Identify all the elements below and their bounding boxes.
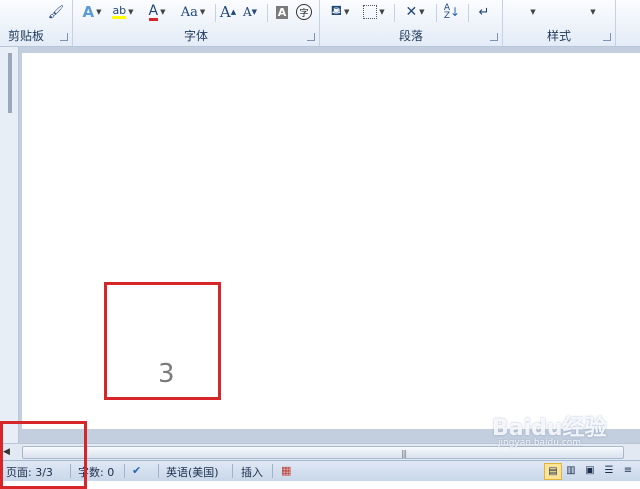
font-launcher-icon[interactable] xyxy=(307,33,315,41)
format-painter-button[interactable]: 🖌 xyxy=(46,3,66,21)
full-screen-reading-view-icon[interactable]: ▥ xyxy=(563,463,579,478)
brush-icon: 🖌 xyxy=(47,4,65,20)
change-case-icon: Aa xyxy=(180,4,198,20)
separator xyxy=(158,464,159,478)
shading-button[interactable]: ⛾ ▼ xyxy=(326,3,354,21)
borders-button[interactable]: ▼ xyxy=(360,3,388,21)
ribbon: 🖌 剪贴板 A ▼ ab ▼ A ▼ Aa ▼ A ▲ A ▼ A 字 字体 ⛾… xyxy=(0,0,640,47)
status-bar: 页面: 3/3 字数: 0 ✔ 英语(美国) 插入 ▦ ▤ ▥ ▣ ☰ ≡ xyxy=(0,460,640,481)
chevron-down-icon: ▼ xyxy=(379,8,385,16)
chinese-layout-icon: ✕ xyxy=(405,4,418,20)
watermark-logo: Baidu经验 jingyan.baidu.com xyxy=(492,410,607,448)
language-indicator[interactable]: 英语(美国) xyxy=(166,464,219,480)
separator xyxy=(232,464,233,478)
separator xyxy=(124,464,125,478)
outline-view-icon[interactable]: ☰ xyxy=(601,463,617,478)
chevron-down-icon: ▼ xyxy=(96,8,102,16)
highlight-box-status-page xyxy=(0,421,87,489)
shrink-font-icon: A xyxy=(242,5,252,19)
change-styles-button[interactable]: ▼ xyxy=(585,3,599,21)
chevron-down-icon: ▼ xyxy=(530,8,536,16)
font-group-label: 字体 xyxy=(183,29,208,43)
font-color-button[interactable]: A ▼ xyxy=(143,3,171,21)
enclose-char-icon: 字 xyxy=(296,4,312,20)
paragraph-mark-icon: ↵ xyxy=(478,4,490,20)
ruler-margin xyxy=(8,53,12,113)
styles-group: ▼ ▼ 样式 xyxy=(503,0,616,46)
grip-icon: ||| xyxy=(401,449,407,458)
separator xyxy=(215,4,216,22)
separator xyxy=(272,464,273,478)
highlight-box-page-number xyxy=(104,282,221,400)
paragraph-group: ⛾ ▼ ▼ ✕ ▼ A Z ↓ ↵ 段落 xyxy=(320,0,503,46)
enclose-char-button[interactable]: 字 xyxy=(295,3,313,21)
paragraph-launcher-icon[interactable] xyxy=(490,33,498,41)
separator xyxy=(267,4,268,22)
chevron-down-icon: ▼ xyxy=(128,8,134,16)
highlight-button[interactable]: ab ▼ xyxy=(109,3,137,21)
highlight-icon: ab xyxy=(112,4,127,19)
font-group: A ▼ ab ▼ A ▼ Aa ▼ A ▲ A ▼ A 字 字体 xyxy=(73,0,320,46)
sort-button[interactable]: A Z ↓ xyxy=(442,3,462,21)
insert-mode-indicator[interactable]: 插入 xyxy=(241,464,263,480)
char-shading-icon: A xyxy=(275,5,289,19)
clipboard-group: 🖌 剪贴板 xyxy=(0,0,73,46)
grow-font-icon: A xyxy=(219,3,231,21)
change-case-button[interactable]: Aa ▼ xyxy=(177,3,209,21)
chevron-down-icon: ▼ xyxy=(590,8,596,16)
styles-launcher-icon[interactable] xyxy=(603,33,611,41)
border-icon xyxy=(363,5,378,19)
proofing-icon[interactable]: ✔ xyxy=(132,464,141,477)
separator xyxy=(394,4,395,22)
text-effect-button[interactable]: A ▼ xyxy=(79,3,105,21)
chevron-down-icon: ▼ xyxy=(199,8,206,16)
web-layout-view-icon[interactable]: ▣ xyxy=(582,463,598,478)
grow-font-button[interactable]: A ▲ xyxy=(219,3,237,21)
text-effect-icon: A xyxy=(82,3,95,21)
chevron-down-icon: ▼ xyxy=(419,8,425,16)
char-shading-button[interactable]: A xyxy=(273,3,291,21)
chevron-down-icon: ▼ xyxy=(344,8,350,16)
show-marks-button[interactable]: ↵ xyxy=(474,3,494,21)
separator xyxy=(468,4,469,22)
styles-dropdown-button[interactable]: ▼ xyxy=(525,3,539,21)
macro-record-icon[interactable]: ▦ xyxy=(281,464,291,477)
chevron-down-icon: ▼ xyxy=(160,8,166,16)
font-color-icon: A xyxy=(148,2,159,21)
styles-group-label: 样式 xyxy=(546,29,571,43)
print-layout-view-icon[interactable]: ▤ xyxy=(544,463,562,480)
separator xyxy=(436,4,437,22)
shrink-font-button[interactable]: A ▼ xyxy=(241,3,259,21)
paragraph-group-label: 段落 xyxy=(398,29,423,43)
clipboard-launcher-icon[interactable] xyxy=(60,33,68,41)
document-area: 3 xyxy=(0,47,640,443)
vertical-ruler[interactable] xyxy=(0,47,19,443)
draft-view-icon[interactable]: ≡ xyxy=(620,463,636,478)
paint-bucket-icon: ⛾ xyxy=(330,3,343,19)
chinese-layout-button[interactable]: ✕ ▼ xyxy=(400,3,430,21)
